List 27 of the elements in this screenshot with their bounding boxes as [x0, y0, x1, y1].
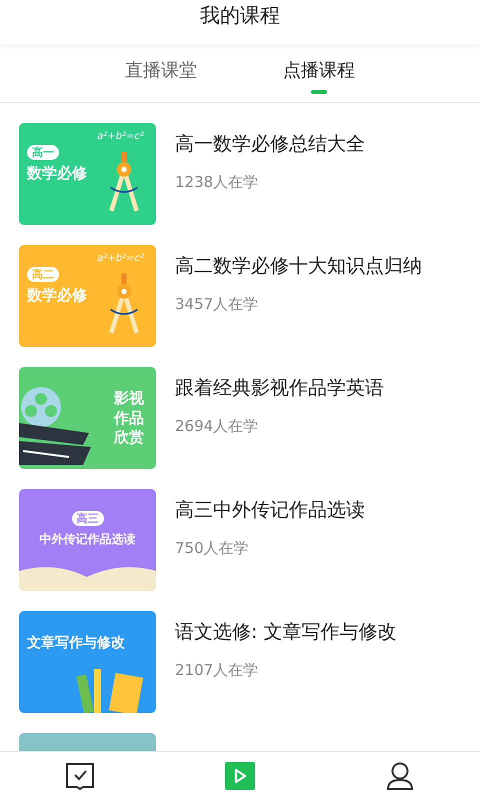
learner-count: 1238人在学: [175, 173, 258, 192]
learner-count: 2107人在学: [175, 661, 258, 680]
thumbnail-caption: 数学必修: [27, 285, 87, 305]
learner-count: 750人在学: [175, 539, 249, 558]
learner-count: 3457人在学: [175, 295, 258, 314]
page-title: 我的课程: [200, 2, 280, 29]
course-title[interactable]: 高二数学必修十大知识点归纳: [175, 253, 422, 279]
grade-label: 高三: [72, 511, 104, 526]
formula-text: a²+b²=c²: [97, 131, 144, 142]
thumbnail-caption: 影视作品欣赏: [114, 389, 144, 448]
grade-label: 高二: [27, 267, 59, 282]
course-title[interactable]: 语文选修: 文章写作与修改: [175, 619, 396, 645]
thumbnail-caption: 数学必修: [27, 163, 87, 183]
grade-label: 高一: [27, 145, 59, 160]
play-icon: [225, 762, 255, 790]
course-title[interactable]: 高三中外传记作品选读: [175, 497, 365, 523]
course-title[interactable]: 高一数学必修总结大全: [175, 131, 365, 157]
course-title[interactable]: 跟着经典影视作品学英语: [175, 375, 384, 401]
formula-text: a²+b²=c²: [97, 253, 144, 264]
learner-count: 2694人在学: [175, 417, 258, 436]
person-icon: [385, 762, 415, 790]
thumbnail-caption: 文章写作与修改: [27, 634, 125, 653]
tab[interactable]: 直播课堂: [117, 44, 205, 102]
thumbnail-caption: 中外传记作品选读: [40, 531, 136, 548]
stationery-icon: [76, 667, 146, 713]
book-check-icon: [65, 762, 95, 790]
tab[interactable]: 点播课程: [275, 44, 363, 102]
